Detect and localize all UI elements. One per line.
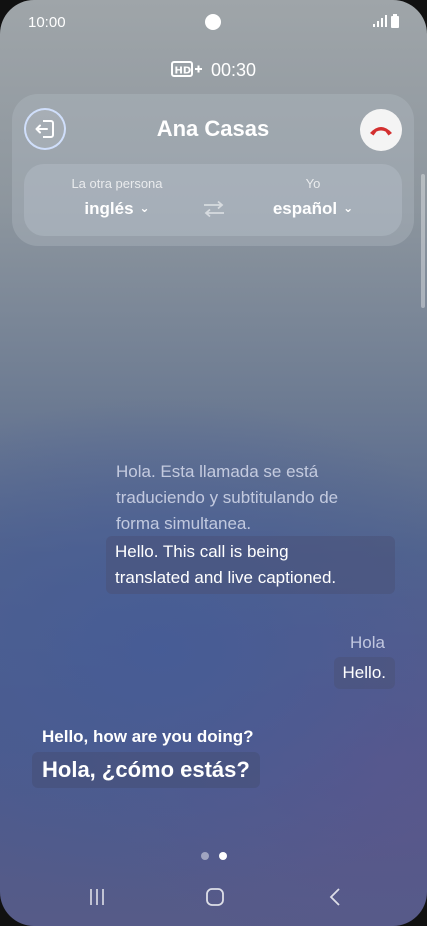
battery-icon: [391, 14, 399, 28]
navigation-bar: [0, 870, 427, 926]
page-indicator: [0, 847, 427, 865]
page-dot-2[interactable]: [218, 852, 227, 860]
language-selector: La otra persona inglés ⌄ Yo español ⌄: [24, 164, 402, 236]
call-status: HD 00:30: [0, 60, 427, 81]
live-caption-original: Hello, how are you doing?: [42, 727, 254, 746]
scrollbar[interactable]: [421, 174, 425, 308]
call-timer: 00:30: [210, 60, 257, 80]
transcript-original-2: Hola: [350, 633, 385, 652]
live-caption-translation: Hola, ¿cómo estás?: [32, 752, 260, 788]
recent-apps-button[interactable]: [82, 884, 112, 910]
signal-icon: [373, 15, 387, 27]
transcript-translation-1: Hello. This call is being translated and…: [106, 536, 395, 594]
svg-text:HD: HD: [174, 66, 191, 77]
chevron-down-icon: ⌄: [343, 201, 354, 215]
transcript-translation-2: Hello.: [333, 657, 395, 689]
my-language-caption: Yo: [305, 176, 321, 191]
other-language-caption: La otra persona: [71, 176, 163, 191]
call-screen: 10:00 HD 00:30 Ana Casas La otra persona…: [0, 0, 427, 926]
front-camera: [205, 14, 221, 30]
status-time: 10:00: [28, 14, 66, 31]
transcript-original-1: Hola. Esta llamada se está traduciendo y…: [116, 462, 339, 533]
swap-languages-icon[interactable]: [202, 200, 226, 218]
home-button[interactable]: [200, 884, 230, 910]
other-language-value: inglés: [84, 199, 134, 218]
call-card: Ana Casas La otra persona inglés ⌄ Yo esp…: [12, 94, 414, 246]
back-button[interactable]: [320, 884, 350, 910]
end-call-button[interactable]: [360, 109, 402, 151]
hd-voice-icon: HD: [170, 61, 202, 77]
my-language[interactable]: Yo español ⌄: [238, 176, 388, 219]
chevron-down-icon: ⌄: [139, 201, 150, 215]
my-language-value: español: [272, 199, 338, 218]
back-icon: [329, 888, 340, 906]
other-language[interactable]: La otra persona inglés ⌄: [42, 176, 192, 219]
home-icon: [206, 888, 224, 906]
contact-name: Ana Casas: [156, 116, 270, 141]
page-dot-1[interactable]: [200, 852, 209, 860]
recents-icon: [90, 889, 104, 905]
status-bar: 10:00: [0, 0, 427, 44]
end-call-icon: [370, 127, 392, 136]
